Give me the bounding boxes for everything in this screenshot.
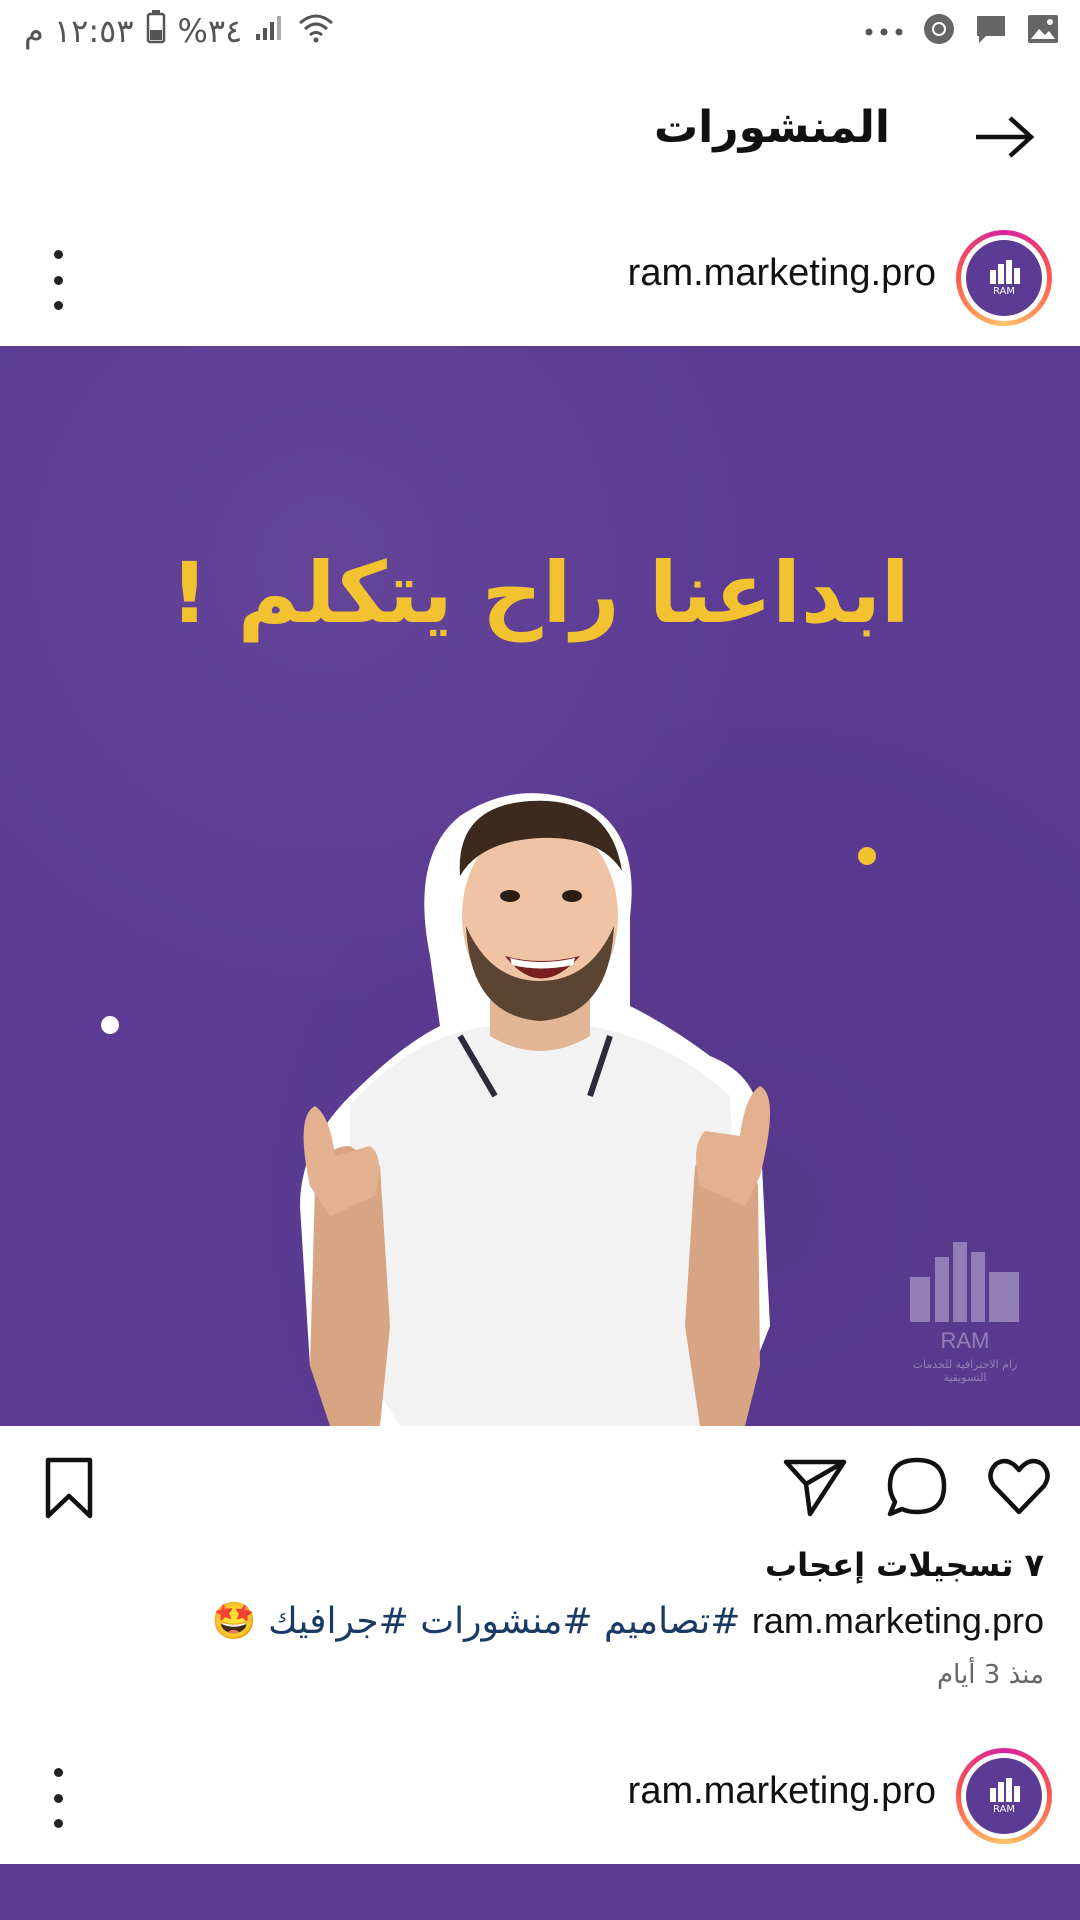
likes-count[interactable]: ٧ تسجيلات إعجاب	[765, 1546, 1044, 1584]
post-actions	[0, 1426, 1080, 1546]
watermark-logo: RAM رام الاحترافية للخدمات التسويقية	[890, 1242, 1040, 1392]
send-icon	[783, 1459, 847, 1517]
post-time: منذ 3 أيام	[937, 1660, 1044, 1690]
bookmark-icon	[45, 1457, 93, 1519]
status-left: ١٢:٥٣ م %٣٤	[24, 10, 336, 52]
post-image[interactable]: ابداعنا راح يتكلم ! RAM رام الاحترافية ل…	[0, 346, 1080, 1426]
caption-hashtags[interactable]: #تصاميم #منشورات #جرافيك	[268, 1601, 740, 1642]
comment-icon	[887, 1457, 947, 1517]
battery-percent: %٣٤	[177, 12, 243, 50]
more-vertical-icon	[53, 1768, 63, 1777]
post-username[interactable]: ram.marketing.pro	[628, 1770, 936, 1813]
arrow-right-icon	[976, 116, 1035, 158]
status-right	[864, 10, 1060, 52]
post-username[interactable]: ram.marketing.pro	[628, 252, 936, 295]
caption-emoji: 🤩	[211, 1601, 257, 1642]
post-options-button[interactable]	[40, 1768, 76, 1828]
building-logo-icon	[990, 1777, 1020, 1802]
post-options-button[interactable]	[40, 250, 76, 310]
avatar[interactable]: RAM	[956, 230, 1052, 326]
bookmark-button[interactable]	[36, 1454, 102, 1520]
like-button[interactable]	[986, 1454, 1052, 1520]
post-image[interactable]	[0, 1864, 1080, 1920]
post-image-headline: ابداعنا راح يتكلم !	[170, 544, 910, 642]
signal-icon	[254, 12, 284, 50]
post-header: RAM ram.marketing.pro	[0, 1730, 1080, 1860]
battery-icon	[146, 10, 166, 52]
avatar-label: RAM	[992, 285, 1015, 297]
caption-username[interactable]: ram.marketing.pro	[752, 1600, 1044, 1641]
watermark-name: RAM	[940, 1328, 990, 1353]
page-header: المنشورات	[0, 62, 1080, 212]
more-vertical-icon	[53, 250, 63, 259]
share-button[interactable]	[782, 1454, 848, 1520]
page-title: المنشورات	[653, 102, 890, 153]
back-button[interactable]	[970, 112, 1040, 162]
message-icon	[974, 12, 1008, 50]
heart-icon	[988, 1458, 1050, 1515]
post-header: RAM ram.marketing.pro	[0, 212, 1080, 342]
smiling-man-illustration	[300, 793, 770, 1426]
decorative-dot	[101, 1016, 119, 1034]
more-dots-icon	[864, 22, 904, 41]
avatar[interactable]: RAM	[956, 1748, 1052, 1844]
building-logo-icon	[990, 259, 1020, 284]
wifi-icon	[296, 11, 336, 51]
comment-button[interactable]	[884, 1454, 950, 1520]
status-time: ١٢:٥٣ م	[24, 12, 134, 50]
decorative-dot	[858, 847, 876, 865]
avatar-label: RAM	[992, 1803, 1015, 1815]
gallery-icon	[1026, 12, 1060, 50]
watermark-subtitle: رام الاحترافية للخدمات التسويقية	[912, 1358, 1018, 1384]
post-caption: ram.marketing.pro #تصاميم #منشورات #جراف…	[212, 1600, 1044, 1642]
chrome-icon	[922, 12, 956, 50]
status-bar: ١٢:٥٣ م %٣٤	[0, 0, 1080, 62]
building-logo-icon	[910, 1242, 1019, 1322]
